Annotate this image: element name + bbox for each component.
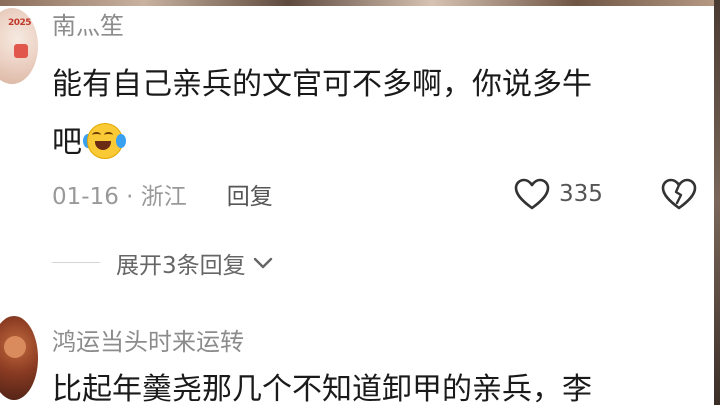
avatar-badge: 2025 <box>8 18 32 28</box>
expand-divider <box>52 262 100 263</box>
comment-text-line: 能有自己亲兵的文官可不多啊，你说多牛 <box>52 67 592 102</box>
comment-date-location: 01-16 · 浙江 <box>52 184 187 210</box>
broken-heart-icon[interactable] <box>660 177 698 211</box>
expand-replies-label: 展开3条回复 <box>116 253 246 279</box>
avatar-decoration <box>4 336 26 358</box>
heart-outline-icon[interactable] <box>513 177 551 211</box>
comment-text: 比起年羹尧那几个不知道卸甲的亲兵，李 <box>52 370 720 410</box>
comment-meta: 01-16 · 浙江 回复 <box>52 176 273 212</box>
dislike-button[interactable] <box>660 176 698 212</box>
avatar[interactable]: 2025 <box>0 8 38 84</box>
comment-username[interactable]: 鸿运当头时来运转 <box>52 326 244 358</box>
expand-replies-button[interactable]: 展开3条回复 <box>116 246 274 280</box>
like-button[interactable]: 335 <box>513 176 603 212</box>
comment-text: 能有自己亲兵的文官可不多啊，你说多牛 吧 <box>52 56 692 172</box>
video-background-edge <box>714 0 720 405</box>
comment-text-line: 比起年羹尧那几个不知道卸甲的亲兵，李 <box>52 372 592 407</box>
comment-username[interactable]: 南灬笙 <box>52 10 124 42</box>
avatar[interactable] <box>0 316 38 400</box>
video-background-strip <box>0 0 720 6</box>
laughing-crying-emoji-icon <box>83 122 126 159</box>
like-count: 335 <box>559 181 603 207</box>
avatar-decoration <box>14 44 28 58</box>
comment-text-line: 吧 <box>52 125 82 160</box>
reply-button[interactable]: 回复 <box>227 177 273 211</box>
chevron-down-icon <box>252 256 274 270</box>
